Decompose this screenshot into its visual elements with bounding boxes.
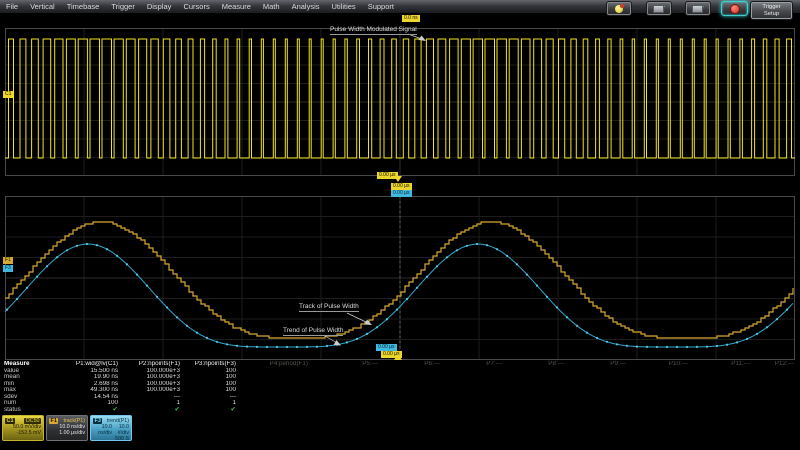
menu-measure[interactable]: Measure <box>216 2 257 11</box>
measure-status-cell: ✔ <box>58 407 124 414</box>
trigger-slope: Positive <box>37 180 93 197</box>
c1-zero-marker[interactable]: C1 <box>3 91 13 98</box>
f1-href-badge[interactable]: 0.00 µs <box>391 183 412 190</box>
menu-file[interactable]: File <box>0 2 24 11</box>
top-time-marker[interactable]: 0.0 ns <box>402 15 420 22</box>
c1-offset: -152.5 mV <box>5 430 41 436</box>
f3-samples: 500 S <box>93 436 129 442</box>
measure-status-cell <box>242 407 314 414</box>
save-display-icon[interactable] <box>646 1 672 16</box>
trigger-position-marker-bottom[interactable] <box>394 354 402 360</box>
menu-vertical[interactable]: Vertical <box>24 2 61 11</box>
f1-title: track(P1) <box>64 418 86 424</box>
measure-status-cell <box>314 407 384 414</box>
f3-chip: F3 <box>93 418 102 424</box>
c1-descriptor[interactable]: C1DC50 50.0 mV/div -152.5 mV <box>2 415 44 441</box>
trigger-setup-label-2: Setup <box>764 11 779 18</box>
measure-status-cell: ✔ <box>124 407 186 414</box>
f1-chip: F1 <box>49 418 58 424</box>
measure-status-cell <box>384 407 446 414</box>
f3-href-badge[interactable]: 0.00 µs <box>391 190 412 197</box>
f3-zero-marker[interactable]: F3 <box>3 265 13 272</box>
menu-timebase[interactable]: Timebase <box>61 2 106 11</box>
menu-analysis[interactable]: Analysis <box>286 2 326 11</box>
measure-status-cell <box>508 407 570 414</box>
f1-hscale: 1.00 µs/div <box>49 430 85 436</box>
screen-icon <box>653 5 664 13</box>
menu-trigger[interactable]: Trigger <box>105 2 140 11</box>
measure-table: MeasureP1:wid@lv(C1)P2:npoints(F1)P3:npo… <box>0 361 800 413</box>
oscilloscope-screen: File Vertical Timebase Trigger Display C… <box>0 0 800 450</box>
c1-chip: C1 <box>5 418 15 424</box>
red-circle-icon <box>730 4 740 14</box>
measure-status-cell: ✔ <box>186 407 242 414</box>
f1-descriptor[interactable]: F1track(P1) 10.0 ns/div 1.00 µs/div <box>46 415 88 441</box>
measure-status-cell <box>756 407 800 414</box>
menu-cursors[interactable]: Cursors <box>177 2 215 11</box>
menu-math[interactable]: Math <box>257 2 286 11</box>
f3-title: trend(P1) <box>107 418 129 424</box>
f3-bottom-badge[interactable]: 0.00 µs <box>376 344 397 351</box>
track-annotation: Track of Pulse Width <box>299 303 359 312</box>
trigger-position-marker-top[interactable] <box>394 176 402 182</box>
c1-coupling: DC50 <box>24 418 41 424</box>
autosetup-icon[interactable] <box>606 1 632 16</box>
f3-hscale: 10.0 #/div <box>112 424 129 436</box>
f1-zero-marker[interactable]: F1 <box>3 257 13 264</box>
measure-row-label: status <box>0 407 58 414</box>
recall-display-icon[interactable] <box>685 1 711 16</box>
menu-support[interactable]: Support <box>362 2 400 11</box>
trigger-setup-button[interactable]: Trigger Setup <box>750 1 793 20</box>
trend-annotation: Trend of Pulse Width <box>283 327 343 336</box>
menu-bar: File Vertical Timebase Trigger Display C… <box>0 0 800 13</box>
f3-vscale: 10.0 ns/div <box>93 424 112 436</box>
trigger-setup-label-1: Trigger <box>762 4 780 11</box>
menu-display[interactable]: Display <box>141 2 178 11</box>
measure-status-cell <box>446 407 508 414</box>
trigger-type: Edge <box>0 180 37 197</box>
pwm-annotation: Pulse Width Modulated Signal <box>330 26 417 35</box>
measure-status-cell <box>694 407 756 414</box>
f3-descriptor[interactable]: F3 trend(P1) 10.0 ns/div10.0 #/div 500 S <box>90 415 132 441</box>
yellow-dot-icon <box>615 5 623 13</box>
menu-utilities[interactable]: Utilities <box>326 2 362 11</box>
record-stop-icon[interactable] <box>721 1 748 16</box>
screen-icon <box>692 5 703 13</box>
top-grid-c1[interactable] <box>5 28 795 176</box>
measure-status-cell <box>632 407 694 414</box>
measure-status-cell <box>570 407 632 414</box>
measure-row-status: status✔✔✔ <box>0 407 800 414</box>
bottom-grid-f1-f3[interactable] <box>5 196 795 360</box>
